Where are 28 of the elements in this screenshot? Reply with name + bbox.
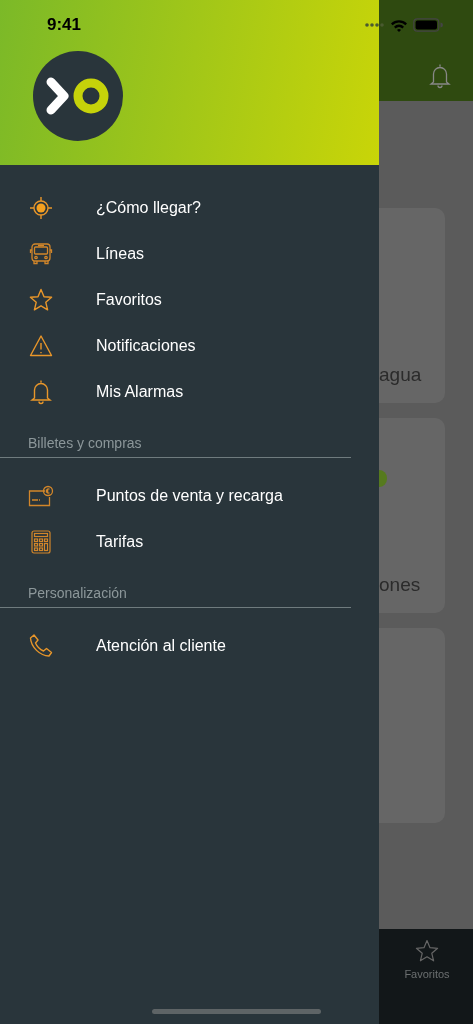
section-title: Personalización: [28, 585, 128, 603]
menu-item[interactable]: Puntos de venta y recarga: [0, 473, 379, 519]
menu-item[interactable]: ¿Cómo llegar?: [0, 185, 379, 231]
card-title: ones: [379, 574, 421, 596]
status-time: 9:41: [47, 15, 82, 35]
star-icon: [29, 288, 53, 312]
card-title: agua: [379, 364, 422, 386]
phone-icon: [28, 633, 54, 659]
warning-icon: [29, 334, 53, 358]
tab-item[interactable]: Favoritos: [381, 929, 473, 1024]
menu-item[interactable]: Líneas: [0, 231, 379, 277]
bell-icon: [30, 379, 52, 405]
bell-icon[interactable]: [429, 63, 451, 89]
location-icon: [29, 196, 53, 220]
ticket-card-icon: [28, 485, 54, 507]
logo-icon: [32, 50, 124, 142]
menu-item[interactable]: Favoritos: [0, 277, 379, 323]
wifi-icon: [390, 18, 408, 32]
menu-item[interactable]: Atención al cliente: [0, 623, 379, 669]
menu-item[interactable]: Notificaciones: [0, 323, 379, 369]
signal-icon: [365, 23, 385, 27]
battery-icon: [413, 18, 443, 32]
star-icon: [415, 939, 439, 963]
section-title: Billetes y compras: [28, 435, 143, 453]
menu-item[interactable]: Mis Alarmas: [0, 369, 379, 415]
bus-icon: [29, 242, 53, 266]
menu-item[interactable]: Tarifas: [0, 519, 379, 565]
calculator-icon: [30, 530, 52, 554]
